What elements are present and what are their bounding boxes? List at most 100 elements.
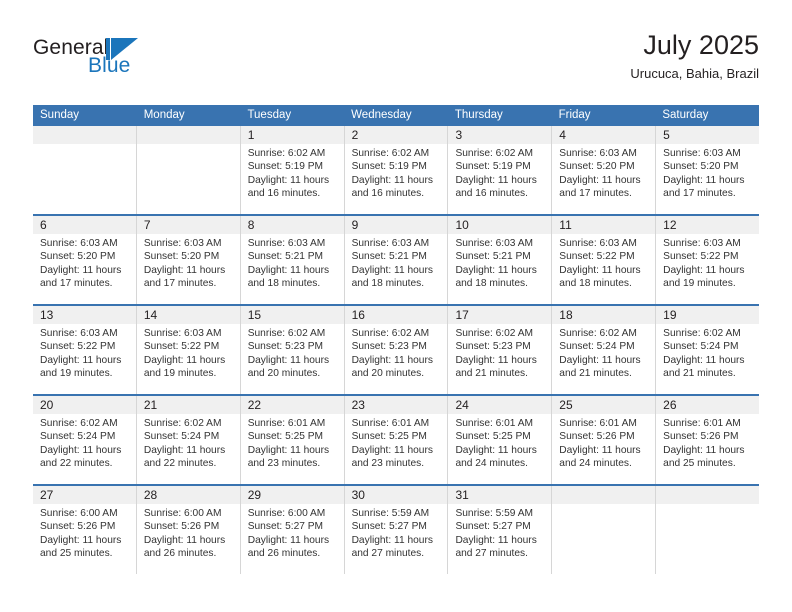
day-detail-line: Sunrise: 6:00 AM <box>40 508 118 519</box>
day-details: Sunrise: 6:02 AM Sunset: 5:24 PM Daylight:… <box>33 414 136 471</box>
calendar-week-row: 6 Sunrise: 6:03 AM Sunset: 5:20 PM Daylight… <box>33 214 760 304</box>
day-number-band: 14 <box>136 306 240 324</box>
day-detail-line: Sunset: 5:25 PM <box>455 431 531 443</box>
day-detail-line: Sunrise: 6:03 AM <box>40 238 118 249</box>
day-detail-line: and 24 minutes. <box>559 458 632 470</box>
day-detail-line: Sunrise: 6:03 AM <box>663 148 741 159</box>
day-detail-line: Sunset: 5:24 PM <box>143 431 220 443</box>
day-number: 17 <box>455 308 469 322</box>
day-detail-line: Daylight: 11 hours <box>455 264 537 276</box>
day-detail-line: Daylight: 11 hours <box>351 444 433 456</box>
day-detail-line: Sunrise: 6:02 AM <box>351 148 430 159</box>
day-number-band: 22 <box>240 396 344 414</box>
calendar-day-cell[interactable]: 22 Sunrise: 6:01 AM Sunset: 5:25 PM Dayligh… <box>239 396 344 484</box>
day-detail-line: Sunset: 5:27 PM <box>455 521 531 533</box>
day-number-band: 17 <box>448 306 552 324</box>
calendar-day-cell[interactable]: 21 Sunrise: 6:02 AM Sunset: 5:24 PM Dayligh… <box>135 396 240 484</box>
calendar-day-cell[interactable]: 5 Sunrise: 6:03 AM Sunset: 5:20 PM Daylight… <box>655 126 760 214</box>
calendar-day-cell[interactable]: 18 Sunrise: 6:02 AM Sunset: 5:24 PM Dayligh… <box>551 306 656 394</box>
day-number: 31 <box>455 488 469 502</box>
day-number-band: 2 <box>344 126 448 144</box>
day-detail-line: and 16 minutes. <box>455 188 528 200</box>
calendar-day-cell[interactable]: 17 Sunrise: 6:02 AM Sunset: 5:23 PM Dayligh… <box>447 306 552 394</box>
calendar-day-cell[interactable]: 24 Sunrise: 6:01 AM Sunset: 5:25 PM Dayligh… <box>447 396 552 484</box>
day-detail-line: Daylight: 11 hours <box>351 174 433 186</box>
day-number-band: 5 <box>656 126 760 144</box>
page-title: July 2025 <box>643 30 759 60</box>
day-number: 19 <box>663 308 677 322</box>
calendar-weeks: 1 Sunrise: 6:02 AM Sunset: 5:19 PM Daylight… <box>33 126 760 574</box>
page-subtitle-location: Urucuca, Bahia, Brazil <box>630 66 759 81</box>
day-details: Sunrise: 6:02 AM Sunset: 5:19 PM Daylight:… <box>241 144 344 201</box>
calendar-day-cell[interactable]: 25 Sunrise: 6:01 AM Sunset: 5:26 PM Dayligh… <box>551 396 656 484</box>
calendar-day-cell-empty <box>135 126 240 214</box>
day-detail-line: Sunrise: 5:59 AM <box>351 508 430 519</box>
day-detail-line: Sunrise: 6:03 AM <box>40 328 118 339</box>
day-detail-line: Sunset: 5:25 PM <box>247 431 324 443</box>
day-number-band <box>136 126 240 144</box>
day-detail-line: Sunset: 5:22 PM <box>143 341 220 353</box>
day-detail-line: and 24 minutes. <box>455 458 528 470</box>
day-detail-line: Sunset: 5:19 PM <box>247 161 324 173</box>
day-details: Sunrise: 6:01 AM Sunset: 5:26 PM Daylight:… <box>552 414 655 471</box>
calendar-day-cell[interactable]: 16 Sunrise: 6:02 AM Sunset: 5:23 PM Dayligh… <box>343 306 448 394</box>
calendar-day-cell[interactable]: 15 Sunrise: 6:02 AM Sunset: 5:23 PM Dayligh… <box>239 306 344 394</box>
calendar-day-cell[interactable]: 19 Sunrise: 6:02 AM Sunset: 5:24 PM Dayligh… <box>655 306 760 394</box>
day-details: Sunrise: 6:01 AM Sunset: 5:25 PM Daylight:… <box>345 414 448 471</box>
day-detail-line: Daylight: 11 hours <box>663 174 745 186</box>
day-details: Sunrise: 5:59 AM Sunset: 5:27 PM Daylight:… <box>448 504 551 561</box>
calendar-day-cell[interactable]: 3 Sunrise: 6:02 AM Sunset: 5:19 PM Daylight… <box>447 126 552 214</box>
weekday-header-saturday: Saturday <box>662 109 709 121</box>
day-details: Sunrise: 6:01 AM Sunset: 5:25 PM Daylight:… <box>241 414 344 471</box>
day-detail-line: Daylight: 11 hours <box>247 354 330 366</box>
calendar-day-cell[interactable]: 10 Sunrise: 6:03 AM Sunset: 5:21 PM Dayligh… <box>447 216 552 304</box>
day-detail-line: Sunset: 5:23 PM <box>351 341 427 353</box>
day-number: 7 <box>143 218 151 232</box>
weekday-header-monday: Monday <box>143 109 185 121</box>
day-detail-line: Daylight: 11 hours <box>143 354 226 366</box>
day-details <box>656 504 759 507</box>
day-detail-line: and 17 minutes. <box>663 188 736 200</box>
calendar-day-cell[interactable]: 29 Sunrise: 6:00 AM Sunset: 5:27 PM Dayligh… <box>239 486 344 574</box>
calendar-day-cell[interactable]: 11 Sunrise: 6:03 AM Sunset: 5:22 PM Dayligh… <box>551 216 656 304</box>
day-number-band: 19 <box>656 306 760 324</box>
calendar-day-cell[interactable]: 1 Sunrise: 6:02 AM Sunset: 5:19 PM Daylight… <box>239 126 344 214</box>
calendar-day-cell[interactable]: 6 Sunrise: 6:03 AM Sunset: 5:20 PM Daylight… <box>33 216 136 304</box>
day-detail-line: Sunset: 5:22 PM <box>663 251 739 263</box>
day-details: Sunrise: 6:02 AM Sunset: 5:24 PM Daylight:… <box>552 324 655 381</box>
calendar-day-cell[interactable]: 7 Sunrise: 6:03 AM Sunset: 5:20 PM Daylight… <box>135 216 240 304</box>
day-number-band <box>656 486 760 504</box>
day-detail-line: Sunrise: 6:03 AM <box>559 148 637 159</box>
day-number-band: 8 <box>240 216 344 234</box>
day-detail-line: Daylight: 11 hours <box>455 444 537 456</box>
calendar-day-cell[interactable]: 14 Sunrise: 6:03 AM Sunset: 5:22 PM Dayligh… <box>135 306 240 394</box>
calendar-day-cell[interactable]: 8 Sunrise: 6:03 AM Sunset: 5:21 PM Daylight… <box>239 216 344 304</box>
day-details: Sunrise: 6:03 AM Sunset: 5:20 PM Daylight:… <box>137 234 240 291</box>
calendar-day-cell[interactable]: 2 Sunrise: 6:02 AM Sunset: 5:19 PM Daylight… <box>343 126 448 214</box>
day-detail-line: and 25 minutes. <box>40 548 113 560</box>
calendar-day-cell[interactable]: 28 Sunrise: 6:00 AM Sunset: 5:26 PM Dayligh… <box>135 486 240 574</box>
day-detail-line: Sunrise: 6:03 AM <box>559 238 637 249</box>
calendar-day-cell[interactable]: 12 Sunrise: 6:03 AM Sunset: 5:22 PM Dayligh… <box>655 216 760 304</box>
calendar-day-cell[interactable]: 13 Sunrise: 6:03 AM Sunset: 5:22 PM Dayligh… <box>33 306 136 394</box>
day-detail-line: and 22 minutes. <box>40 458 113 470</box>
day-number-band: 21 <box>136 396 240 414</box>
day-detail-line: Daylight: 11 hours <box>143 444 226 456</box>
day-detail-line: and 27 minutes. <box>455 548 528 560</box>
day-number-band: 13 <box>33 306 136 324</box>
day-number: 1 <box>247 128 255 142</box>
day-details: Sunrise: 6:03 AM Sunset: 5:20 PM Daylight:… <box>552 144 655 201</box>
calendar-day-cell[interactable]: 9 Sunrise: 6:03 AM Sunset: 5:21 PM Daylight… <box>343 216 448 304</box>
day-detail-line: Daylight: 11 hours <box>559 264 641 276</box>
calendar-day-cell[interactable]: 26 Sunrise: 6:01 AM Sunset: 5:26 PM Dayligh… <box>655 396 760 484</box>
calendar-day-cell[interactable]: 30 Sunrise: 5:59 AM Sunset: 5:27 PM Dayligh… <box>343 486 448 574</box>
day-detail-line: Sunrise: 6:02 AM <box>40 418 118 429</box>
day-detail-line: Sunrise: 6:03 AM <box>143 238 222 249</box>
calendar-day-cell[interactable]: 27 Sunrise: 6:00 AM Sunset: 5:26 PM Dayligh… <box>33 486 136 574</box>
calendar-day-cell[interactable]: 23 Sunrise: 6:01 AM Sunset: 5:25 PM Dayligh… <box>343 396 448 484</box>
day-detail-line: Sunrise: 6:02 AM <box>455 328 534 339</box>
calendar-day-cell[interactable]: 20 Sunrise: 6:02 AM Sunset: 5:24 PM Dayligh… <box>33 396 136 484</box>
calendar-day-cell[interactable]: 31 Sunrise: 5:59 AM Sunset: 5:27 PM Dayligh… <box>447 486 552 574</box>
calendar-day-cell[interactable]: 4 Sunrise: 6:03 AM Sunset: 5:20 PM Daylight… <box>551 126 656 214</box>
day-detail-line: and 21 minutes. <box>455 368 528 380</box>
